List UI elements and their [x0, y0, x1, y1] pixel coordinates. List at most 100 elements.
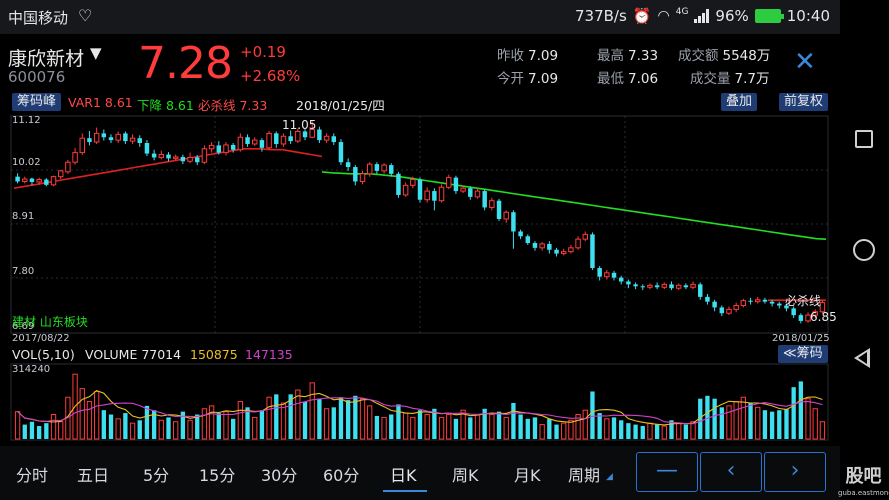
candle	[438, 184, 445, 203]
candle	[532, 241, 538, 251]
vol-ma5: 150875	[190, 347, 238, 362]
volume-bar	[79, 388, 85, 440]
candle	[468, 186, 473, 200]
candle	[208, 142, 215, 153]
volume-bar	[654, 424, 660, 439]
chip-toggle-button[interactable]: ≪筹码	[778, 345, 828, 363]
candle	[554, 247, 559, 257]
minus-button[interactable]: —	[636, 452, 698, 492]
candle	[547, 241, 552, 254]
tab-60min[interactable]: 60分	[323, 462, 359, 486]
overlay-button[interactable]: 叠加	[721, 93, 758, 111]
candle	[317, 126, 322, 144]
volume-bar	[812, 408, 818, 440]
candle	[374, 162, 380, 174]
candle	[72, 147, 78, 165]
clock: 10:40	[786, 7, 830, 25]
active-tab-indicator	[383, 490, 427, 492]
volume-bar	[748, 403, 753, 439]
prev-button[interactable]: ‹	[700, 452, 762, 492]
tab-five-day[interactable]: 五日	[77, 462, 109, 486]
candle	[755, 296, 761, 304]
volume-bar	[791, 387, 796, 439]
volume-bar	[676, 422, 682, 440]
candle	[640, 284, 645, 291]
y-label-1: 10.02	[12, 157, 41, 168]
candle	[101, 129, 107, 141]
candle	[698, 282, 703, 300]
candle	[93, 127, 100, 144]
tab-5min[interactable]: 5分	[143, 462, 169, 486]
tab-daily-k[interactable]: 日K	[390, 462, 417, 486]
tab-30min[interactable]: 30分	[261, 462, 297, 486]
chip-peak-button[interactable]: 筹码峰	[12, 93, 62, 111]
candle	[216, 141, 222, 155]
tab-monthly-k[interactable]: 月K	[514, 462, 541, 486]
volume-bar	[410, 416, 416, 440]
candle	[633, 282, 638, 290]
candle	[223, 142, 229, 156]
volume-bar	[417, 410, 423, 439]
price-change: +0.19	[240, 43, 286, 61]
close-icon[interactable]: ✕	[794, 49, 816, 75]
volume-bar	[302, 401, 308, 439]
price-change-pct: +2.68%	[240, 67, 301, 85]
volume-bar	[231, 418, 236, 439]
stat-open: 今开 7.09	[497, 71, 559, 87]
volume-bar	[223, 411, 229, 440]
volume-bar	[381, 416, 387, 440]
back-icon[interactable]	[854, 348, 870, 368]
candle	[453, 175, 459, 194]
volume-bar	[359, 398, 366, 440]
candle	[166, 152, 171, 162]
volume-bar	[755, 406, 761, 440]
home-icon[interactable]	[853, 239, 875, 261]
candle	[44, 178, 49, 187]
recent-apps-icon[interactable]	[855, 130, 873, 148]
volume-bar	[396, 404, 401, 439]
next-button[interactable]: ›	[764, 452, 826, 492]
period-dropdown-icon[interactable]: ◢	[606, 472, 613, 482]
candle	[661, 282, 668, 290]
candle	[489, 197, 495, 211]
stock-code: 600076	[8, 68, 66, 86]
candle	[15, 173, 20, 184]
volume-bar	[525, 418, 530, 439]
watermark-sub: guba.eastmoney.com	[838, 489, 889, 497]
volume-bar	[619, 420, 624, 439]
candle	[151, 149, 157, 161]
volume-bar	[784, 408, 789, 439]
volume-bar	[640, 426, 645, 439]
guba-watermark: 股吧 guba.eastmoney.com	[838, 462, 889, 497]
candle	[705, 293, 710, 305]
down-value: 下降 8.61	[137, 98, 194, 113]
candle	[359, 170, 366, 185]
stock-name[interactable]: 康欣新材	[8, 44, 84, 71]
var1-value: VAR1 8.61	[68, 95, 133, 110]
volume-bar	[496, 411, 502, 439]
adjust-fq-button[interactable]: 前复权	[779, 93, 829, 111]
candle	[79, 133, 85, 156]
candle	[726, 306, 732, 316]
last-price: 7.28	[138, 38, 233, 89]
stock-switch-caret-icon[interactable]: ▼	[90, 44, 102, 62]
candle	[712, 299, 717, 312]
tab-weekly-k[interactable]: 周K	[452, 462, 479, 486]
candle	[274, 131, 279, 148]
kline-svg[interactable]: 11.12 10.02 8.91 7.80 6.69 11.05 6.85 必杀…	[0, 113, 840, 443]
vol-title[interactable]: VOL(5,10)	[12, 347, 75, 362]
tab-intraday[interactable]: 分时	[16, 462, 48, 486]
volume-bar	[438, 416, 445, 440]
candle	[654, 282, 660, 290]
tab-15min[interactable]: 15分	[199, 462, 235, 486]
candle	[345, 158, 351, 171]
candle	[690, 281, 696, 290]
sector-label[interactable]: 建材 山东板块	[12, 315, 88, 329]
volume-bar	[762, 410, 768, 439]
volume-bar	[683, 424, 689, 439]
tab-period[interactable]: 周期	[568, 462, 600, 486]
candle	[539, 242, 545, 251]
volume-bar	[115, 418, 121, 440]
kline-chart-area[interactable]: 11.12 10.02 8.91 7.80 6.69 11.05 6.85 必杀…	[0, 113, 840, 443]
volume-header: VOL(5,10) VOLUME 77014 150875 147135 ≪筹码	[0, 344, 840, 364]
